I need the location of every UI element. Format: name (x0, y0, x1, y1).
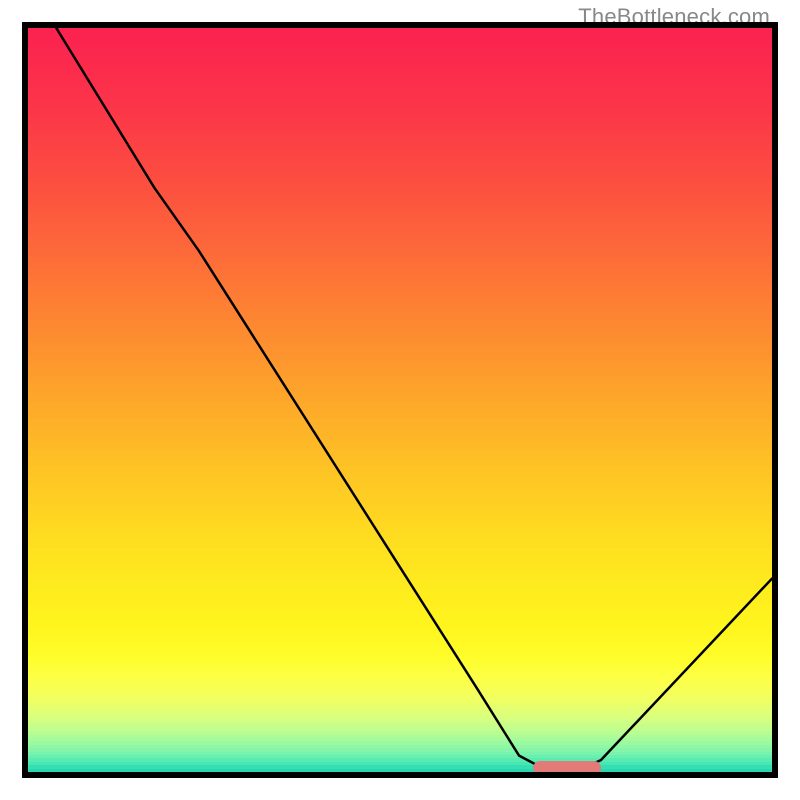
watermark-text: TheBottleneck.com (578, 4, 770, 30)
optimal-marker (533, 761, 601, 772)
chart-frame (28, 28, 772, 772)
